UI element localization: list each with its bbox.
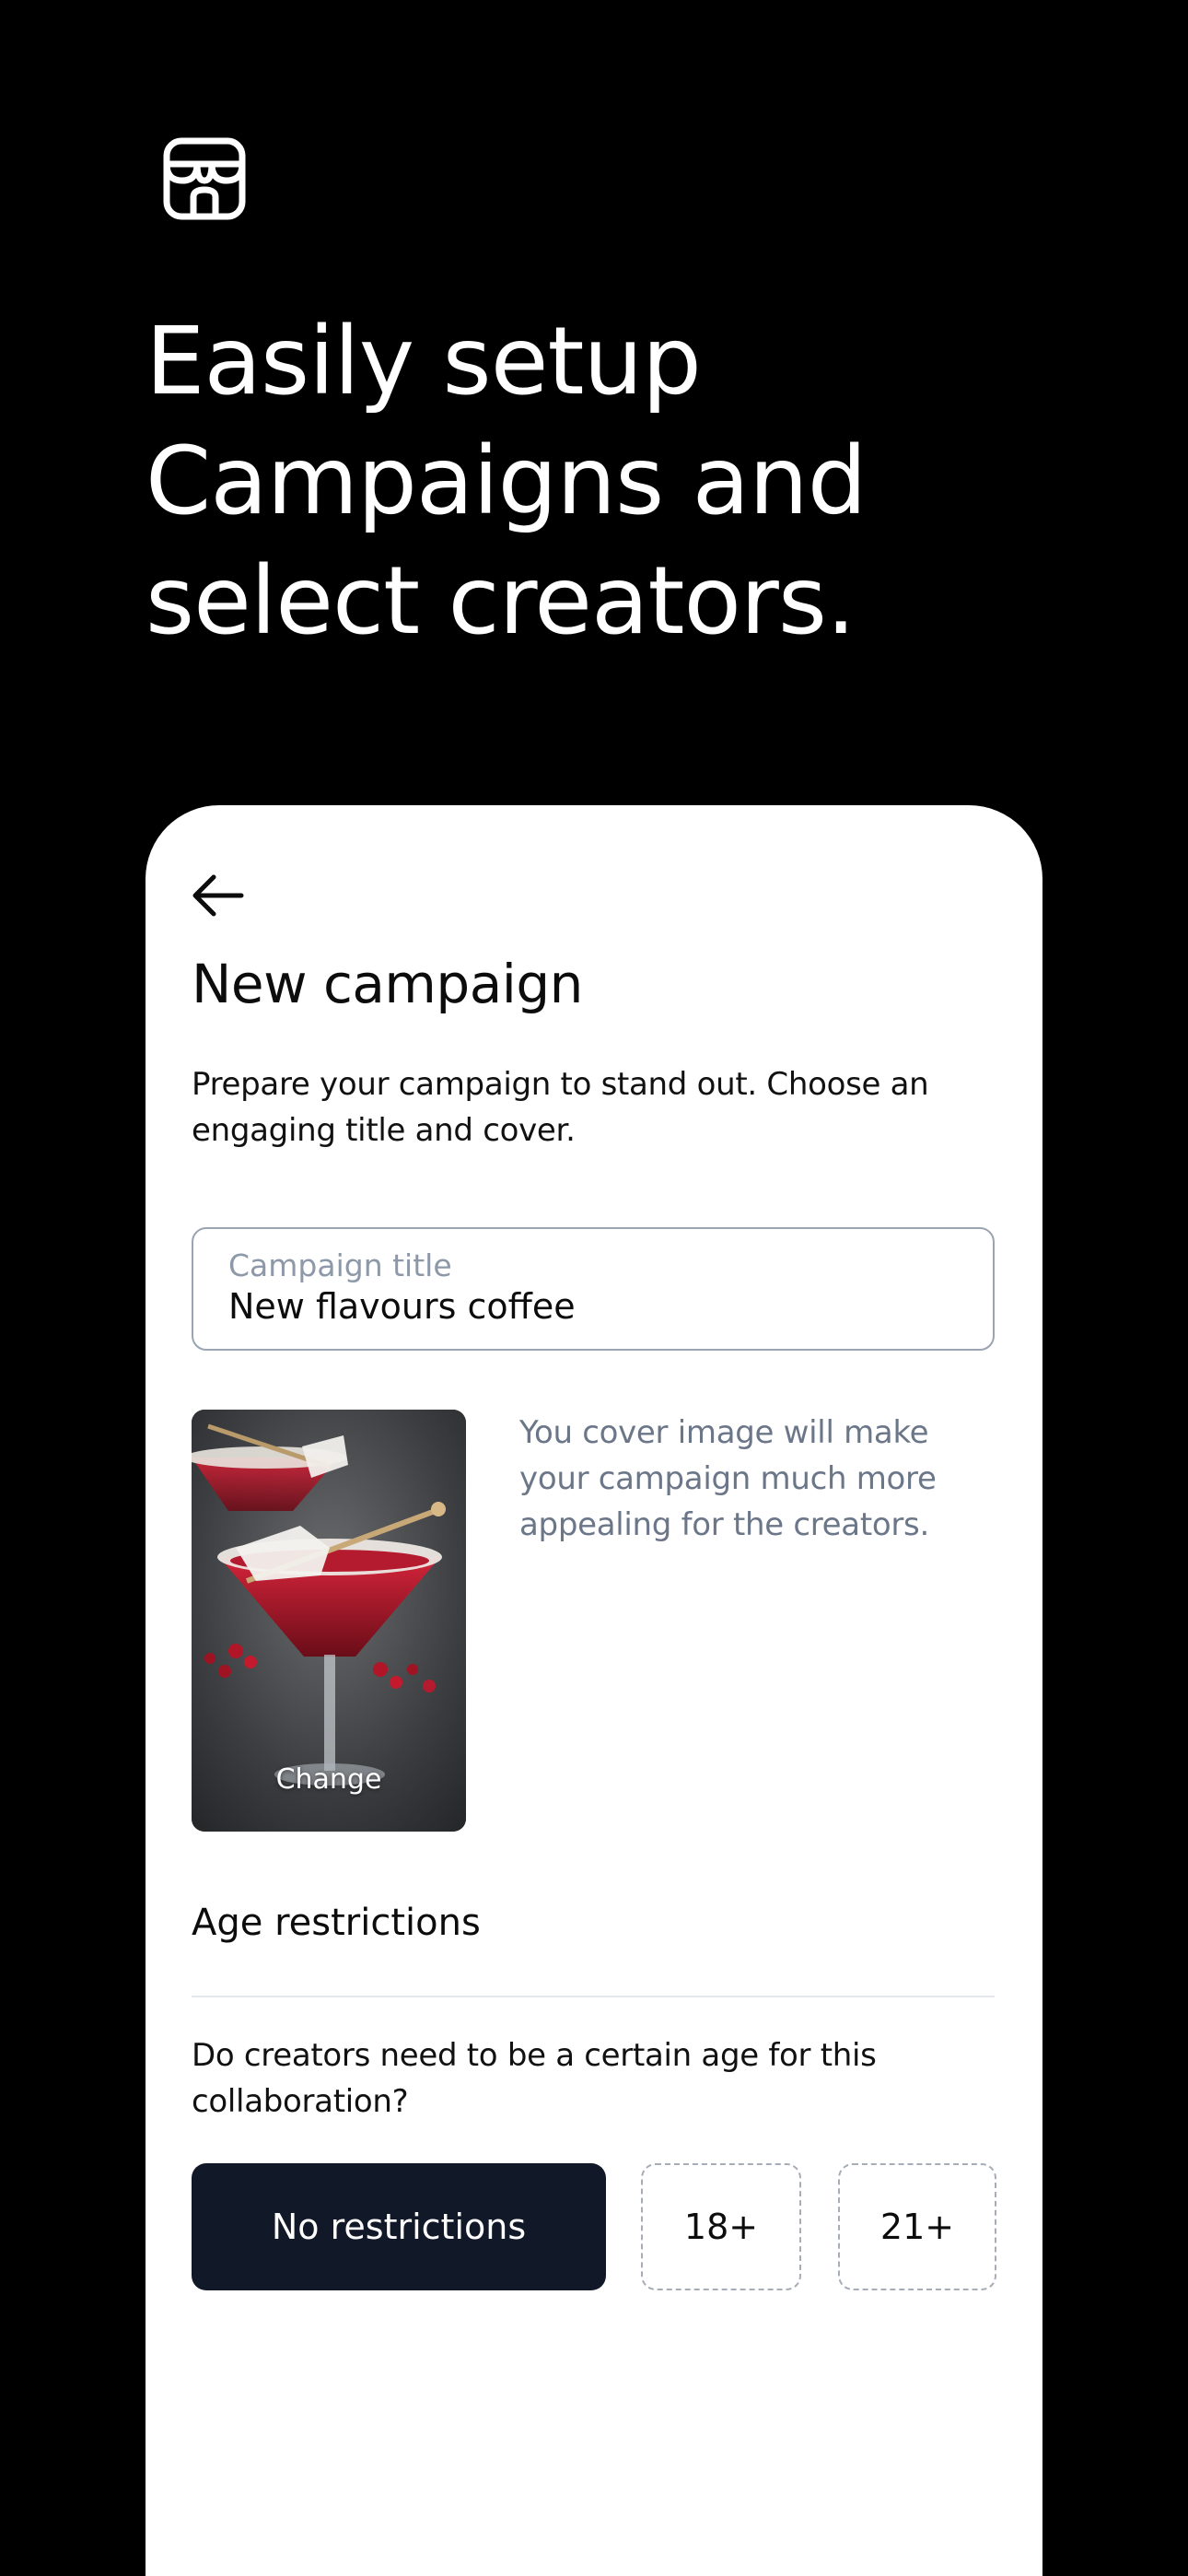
campaign-title-field[interactable]: Campaign title <box>192 1227 995 1351</box>
age-option-21-plus[interactable]: 21+ <box>838 2163 996 2290</box>
onboarding-screen: Easily setup Campaigns and select creato… <box>0 0 1188 2576</box>
store-icon <box>163 137 246 220</box>
headline-line-2: Campaigns and <box>146 427 868 536</box>
phone-card: New campaign Prepare your campaign to st… <box>146 805 1042 2576</box>
headline: Easily setup Campaigns and select creato… <box>146 302 1066 662</box>
arrow-left-icon[interactable] <box>188 868 247 923</box>
change-cover-button[interactable]: Change <box>192 1763 466 1796</box>
age-option-no-restrictions[interactable]: No restrictions <box>192 2163 606 2290</box>
cover-hint: You cover image will make your campaign … <box>519 1414 937 1543</box>
age-option-18-plus[interactable]: 18+ <box>641 2163 801 2290</box>
cover-image[interactable]: Change <box>192 1410 466 1832</box>
divider <box>192 1996 995 1997</box>
page-title: New campaign <box>192 953 583 1015</box>
campaign-title-label: Campaign title <box>228 1247 452 1283</box>
age-question: Do creators need to be a certain age for… <box>192 2037 877 2120</box>
headline-line-1: Easily setup <box>146 307 702 416</box>
headline-line-3: select creators. <box>146 546 856 656</box>
page-description: Prepare your campaign to stand out. Choo… <box>192 1066 929 1149</box>
campaign-title-input[interactable] <box>228 1286 947 1327</box>
age-section-title: Age restrictions <box>192 1902 481 1944</box>
